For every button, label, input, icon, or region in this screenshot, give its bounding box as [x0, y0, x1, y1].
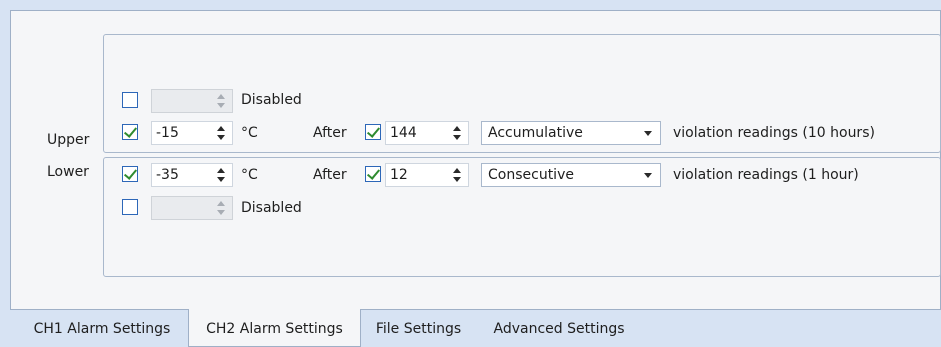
lower-label: Lower: [47, 164, 89, 180]
lower-threshold-spinner[interactable]: -35: [151, 163, 233, 187]
lower-disabled-checkbox[interactable]: [122, 199, 138, 215]
upper-after-checkbox[interactable]: [365, 124, 381, 140]
lower-threshold-value: -35: [156, 167, 179, 183]
upper-mode-value: Accumulative: [488, 125, 583, 141]
upper-disabled-spin-arrows-icon[interactable]: [213, 92, 229, 110]
tab-file-settings[interactable]: File Settings: [361, 312, 476, 347]
lower-after-spin-arrows-icon[interactable]: [449, 166, 465, 184]
lower-after-label: After: [313, 167, 347, 183]
upper-after-spin-arrows-icon[interactable]: [449, 124, 465, 142]
upper-threshold-checkbox[interactable]: [122, 124, 138, 140]
lower-mode-value: Consecutive: [488, 167, 574, 183]
upper-after-label: After: [313, 125, 347, 141]
alarm-settings-panel: Upper Lower Disabled -15 °C After 144 Ac…: [10, 10, 941, 310]
tab-ch2-alarm-settings[interactable]: CH2 Alarm Settings: [188, 309, 361, 347]
upper-disabled-status: Disabled: [241, 92, 302, 108]
upper-label: Upper: [47, 132, 90, 148]
lower-violation-description: violation readings (1 hour): [673, 167, 859, 183]
upper-mode-dropdown[interactable]: Accumulative: [481, 121, 661, 145]
chevron-down-icon[interactable]: [644, 131, 652, 136]
lower-disabled-spin-arrows-icon[interactable]: [213, 199, 229, 217]
lower-after-checkbox[interactable]: [365, 166, 381, 182]
lower-disabled-status: Disabled: [241, 200, 302, 216]
upper-threshold-value: -15: [156, 125, 179, 141]
upper-disabled-threshold-spinner[interactable]: [151, 89, 233, 113]
upper-disabled-checkbox[interactable]: [122, 92, 138, 108]
chevron-down-icon[interactable]: [644, 173, 652, 178]
lower-alarm-group: -35 °C After 12 Consecutive violation re…: [103, 157, 941, 277]
top-strip: [0, 0, 941, 10]
upper-after-count-value: 144: [390, 125, 417, 141]
lower-after-count-spinner[interactable]: 12: [385, 163, 469, 187]
upper-unit: °C: [241, 125, 258, 141]
lower-threshold-checkbox[interactable]: [122, 166, 138, 182]
settings-tab-strip: CH1 Alarm Settings CH2 Alarm Settings Fi…: [0, 309, 941, 347]
upper-alarm-group: Disabled -15 °C After 144 Accumulative v…: [103, 34, 941, 153]
lower-disabled-threshold-spinner[interactable]: [151, 196, 233, 220]
lower-threshold-spin-arrows-icon[interactable]: [213, 166, 229, 184]
lower-after-count-value: 12: [390, 167, 408, 183]
lower-mode-dropdown[interactable]: Consecutive: [481, 163, 661, 187]
upper-threshold-spinner[interactable]: -15: [151, 121, 233, 145]
tab-advanced-settings[interactable]: Advanced Settings: [476, 312, 642, 347]
upper-after-count-spinner[interactable]: 144: [385, 121, 469, 145]
lower-unit: °C: [241, 167, 258, 183]
upper-threshold-spin-arrows-icon[interactable]: [213, 124, 229, 142]
upper-violation-description: violation readings (10 hours): [673, 125, 875, 141]
tab-ch1-alarm-settings[interactable]: CH1 Alarm Settings: [16, 312, 188, 347]
